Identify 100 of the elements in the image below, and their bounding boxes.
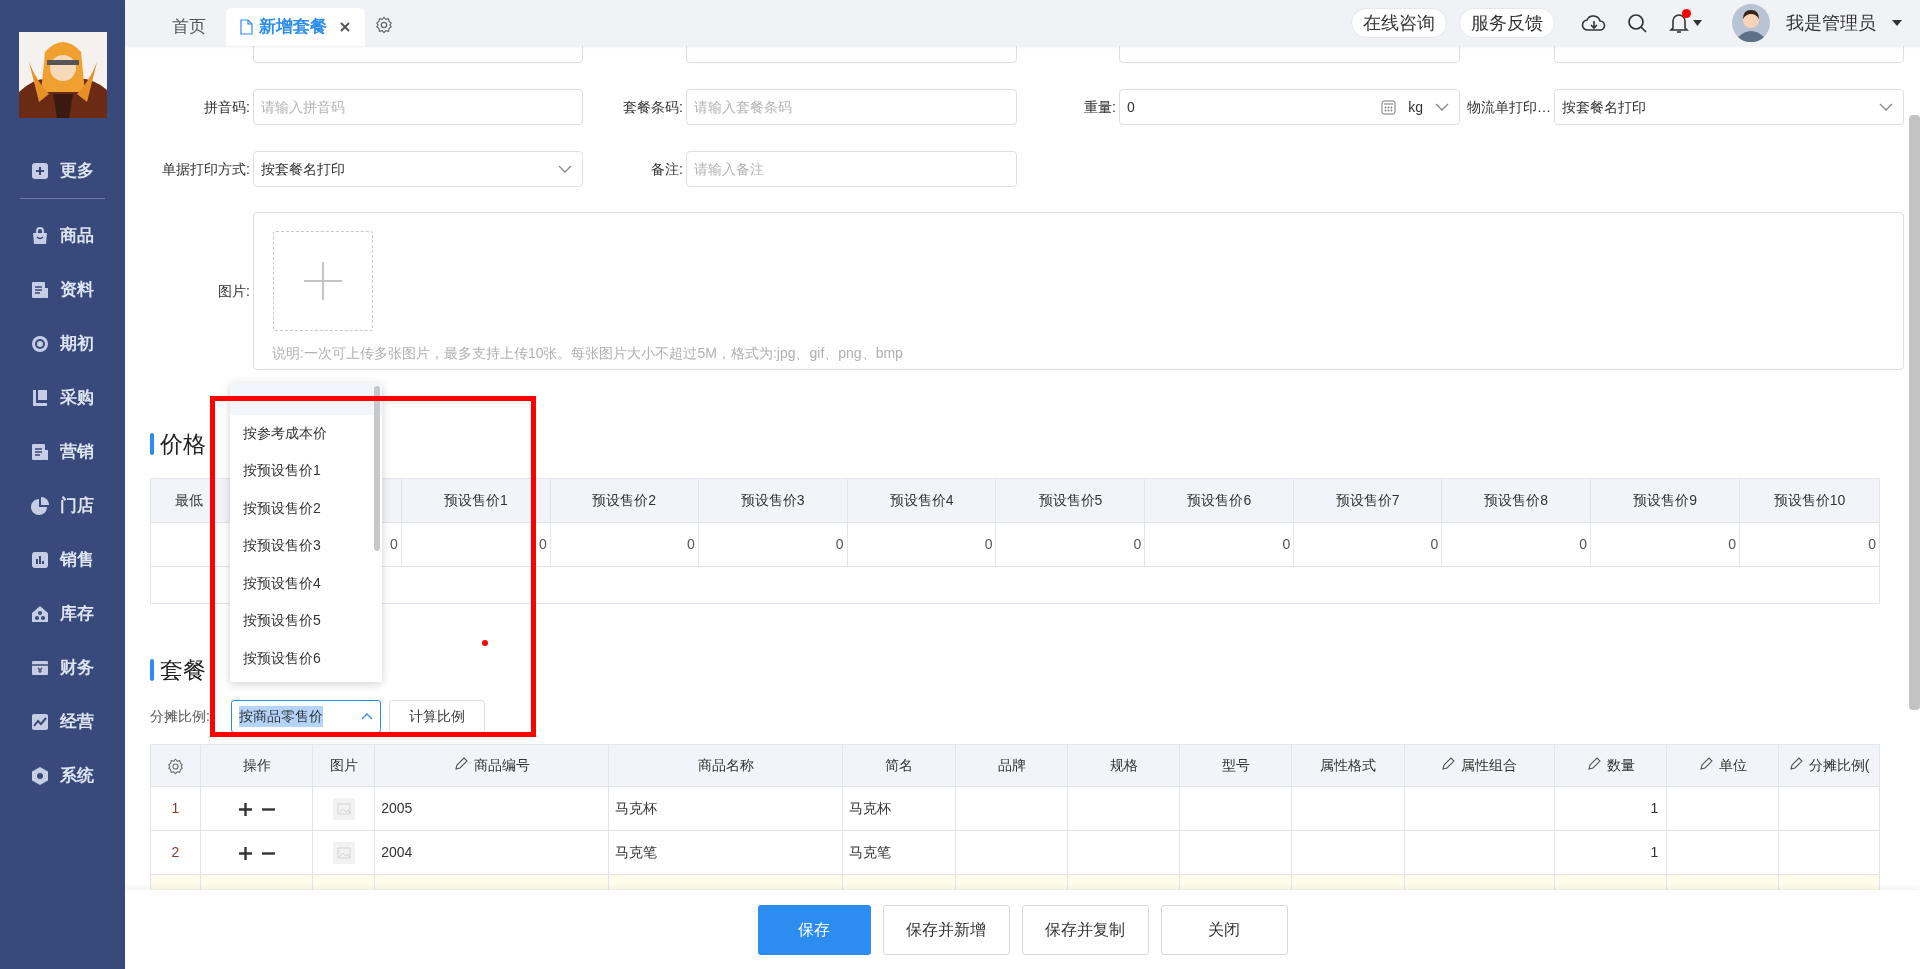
column-header: 预设售价9 [1633,492,1697,508]
footer-button[interactable]: 保存并新增 [882,904,1010,955]
sidebar-item[interactable]: 系统 [0,759,125,793]
table-cell: 0 [1579,536,1588,552]
chevron-down-icon [558,165,572,173]
plus-icon[interactable] [238,802,252,816]
sidebar-item[interactable]: 财务 [0,651,125,685]
column-header: 操作 [242,757,271,773]
image-placeholder-icon [332,841,355,864]
dropdown-option[interactable]: 按预设售价5 [230,602,382,640]
dropdown-option[interactable]: 按预设售价6 [230,639,382,677]
calculator-icon[interactable] [1381,99,1397,115]
column-header: 预设售价8 [1484,492,1549,508]
column-header: 预设售价10 [1773,492,1846,508]
column-header: 规格 [1109,757,1138,773]
column-header: 预设售价3 [740,492,805,508]
document-icon [30,280,50,300]
scrollbar-thumb[interactable] [1909,115,1920,710]
section-title: 价格 [160,429,206,459]
sidebar-item[interactable]: 商品 [0,219,125,253]
sidebar-item[interactable]: 更多 [0,154,125,188]
chevron-up-icon [361,713,373,720]
weight-field[interactable]: 0 kg [1119,89,1460,125]
scrollbar-thumb[interactable] [374,386,380,551]
select-field[interactable]: 按套餐名打印 [253,151,583,187]
plus-icon[interactable] [238,846,252,860]
table-cell: 1 [1650,800,1659,816]
settings-icon[interactable] [166,757,184,775]
input-field[interactable]: 请输入拼音码 [253,89,583,125]
field-label: 备注: [650,159,684,179]
table-cell: 0 [835,536,844,552]
table-cell: 2005 [381,800,413,816]
column-header: 简名 [885,757,914,773]
header-link[interactable]: 服务反馈 [1459,8,1555,38]
column-header: 预设售价4 [889,492,954,508]
field-label: 分摊比例: [150,707,211,726]
bag-icon [30,226,50,246]
footer-button[interactable]: 保存并复制 [1021,904,1149,955]
sidebar-item[interactable]: 期初 [0,327,125,361]
column-header: 预设售价6 [1187,492,1252,508]
cloud-download-icon[interactable] [1581,12,1607,34]
dropdown-option[interactable]: 按预设售价4 [230,564,382,602]
trend-chart-icon [30,712,50,732]
settings-icon[interactable] [375,16,393,34]
column-header: 预设售价2 [592,492,657,508]
input-field[interactable]: 请输入套餐条码 [686,89,1017,125]
caret-icon[interactable] [1693,20,1702,26]
bell-icon[interactable] [1669,12,1689,34]
calculate-ratio-button[interactable]: 计算比例 [389,700,485,733]
dropdown-option[interactable]: 按预设售价1 [230,452,382,490]
dropdown-option[interactable]: 按预设售价3 [230,527,382,565]
column-header: 图片 [329,757,358,773]
user-avatar-icon[interactable] [1732,4,1770,42]
sidebar-item[interactable]: 采购 [0,381,125,415]
sidebar-item[interactable]: 营销 [0,435,125,469]
sidebar-item[interactable]: 资料 [0,273,125,307]
table-cell: 0 [538,536,547,552]
upload-tile[interactable] [273,231,373,331]
search-icon[interactable] [1627,13,1647,33]
hexagon-icon [30,766,50,786]
plus-icon [304,262,342,300]
table-cell: 马克杯 [849,800,892,816]
column-header: 品牌 [997,757,1026,773]
image-placeholder-icon [332,797,355,820]
sidebar-item[interactable]: 门店 [0,489,125,523]
field-label: 图片: [217,281,251,301]
unit-label[interactable]: kg [1408,96,1423,118]
column-header: 属性组合 [1461,757,1518,773]
pencil-icon [1698,757,1713,771]
column-header: 最低 [175,492,203,508]
column-header: 型号 [1221,757,1250,773]
row-number: 1 [171,800,180,816]
tab[interactable]: 首页 [158,8,220,46]
close-icon[interactable] [339,21,351,33]
input-field[interactable]: 请输入备注 [686,151,1017,187]
target-icon [30,334,50,354]
caret-icon[interactable] [1892,20,1902,26]
sidebar-item[interactable]: 经营 [0,705,125,739]
pencil-icon [1788,757,1803,771]
document-icon [30,442,50,462]
select-field[interactable]: 按商品零售价 [231,700,381,733]
sidebar-item[interactable]: 销售 [0,543,125,577]
table-cell: 0 [1282,536,1291,552]
select-field[interactable]: 按套餐名打印 [1554,89,1904,125]
column-header: 预设售价1 [443,492,508,508]
footer-button[interactable]: 关闭 [1160,904,1288,955]
dropdown-option[interactable]: 按预设售价2 [230,489,382,527]
sidebar-item[interactable]: 库存 [0,597,125,631]
column-header: 商品名称 [697,757,754,773]
column-header: 单位 [1718,757,1747,773]
document-icon [240,19,253,35]
table-cell: 0 [390,536,398,552]
plus-square-icon [30,161,50,181]
chevron-down-icon [1435,103,1449,111]
column-header: 预设售价7 [1335,492,1400,508]
dropdown-option[interactable]: 按参考成本价 [230,414,382,452]
table-cell: 0 [1133,536,1142,552]
header-link[interactable]: 在线咨询 [1351,8,1447,38]
column-header: 商品编号 [473,757,530,773]
user-name[interactable]: 我是管理员 [1786,9,1876,37]
